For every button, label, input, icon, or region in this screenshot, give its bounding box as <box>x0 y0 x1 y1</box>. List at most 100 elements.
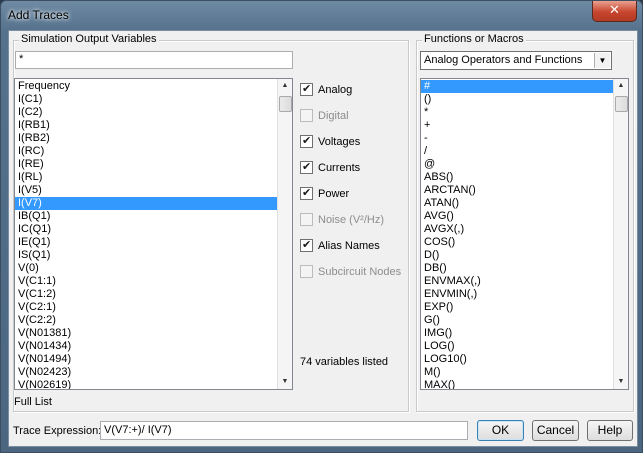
checkbox-label: Noise (V²/Hz) <box>318 214 385 226</box>
full-list-label: Full List <box>14 396 52 408</box>
checkbox-label: Subcircuit Nodes <box>318 266 402 278</box>
list-item[interactable]: * <box>421 106 628 119</box>
list-item[interactable]: AVG() <box>421 210 628 223</box>
checkbox-digital[interactable]: Digital <box>300 108 349 124</box>
list-item[interactable]: EXP() <box>421 301 628 314</box>
list-item[interactable]: I(V7) <box>15 197 292 210</box>
list-item[interactable]: V(N01381) <box>15 327 292 340</box>
scroll-down-arrow-icon[interactable]: ▼ <box>614 375 628 389</box>
simulation-variables-items: Frequency I(C1) I(C2) I(RB1) I(RB2) I(RC) I(RE… <box>15 79 292 389</box>
checkbox-label: Analog <box>318 84 353 96</box>
list-item[interactable]: IMG() <box>421 327 628 340</box>
checkbox-noise-v-hz[interactable]: Noise (V²/Hz) <box>300 212 384 228</box>
list-item[interactable]: D() <box>421 249 628 262</box>
functions-macros-legend: Functions or Macros <box>422 33 526 45</box>
list-item[interactable]: I(RC) <box>15 145 292 158</box>
checkbox-label: Digital <box>318 110 349 122</box>
ok-button[interactable]: OK <box>477 420 524 441</box>
checkmark-icon[interactable] <box>300 81 313 97</box>
list-item[interactable]: - <box>421 132 628 145</box>
list-item[interactable]: G() <box>421 314 628 327</box>
list-item[interactable]: I(RB2) <box>15 132 292 145</box>
checkbox-voltages[interactable]: Voltages <box>300 133 361 150</box>
functions-list-scrollbar[interactable]: ▲ ▼ <box>613 79 628 389</box>
checkmark-icon[interactable] <box>300 185 313 201</box>
list-item[interactable]: M() <box>421 366 628 379</box>
list-item[interactable]: AVGX(,) <box>421 223 628 236</box>
simulation-list-scrollbar[interactable]: ▲ ▼ <box>277 79 292 389</box>
variables-count: 74 variables listed <box>300 356 389 368</box>
list-item[interactable]: IE(Q1) <box>15 236 292 249</box>
list-item[interactable]: ARCTAN() <box>421 184 628 197</box>
list-item[interactable]: I(C2) <box>15 106 292 119</box>
list-item[interactable]: IS(Q1) <box>15 249 292 262</box>
add-traces-dialog: Add Traces ✕ Simulation Output Variables… <box>0 0 643 453</box>
filter-input[interactable]: * <box>15 51 293 69</box>
checkbox-label: Voltages <box>318 136 361 148</box>
checkmark-icon[interactable] <box>300 133 313 149</box>
functions-list[interactable]: #() * + - / @ ABS() ARCTAN() ATAN() AVG() AVGX(,) C… <box>420 78 629 390</box>
list-item[interactable]: V(N02423) <box>15 366 292 379</box>
list-item[interactable]: IC(Q1) <box>15 223 292 236</box>
help-button[interactable]: Help <box>587 420 633 441</box>
empty-checkbox-icon <box>300 264 313 278</box>
list-item[interactable]: I(V5) <box>15 184 292 197</box>
close-button[interactable]: ✕ <box>592 1 637 22</box>
trace-expression-label: Trace Expression: <box>13 425 102 437</box>
list-item[interactable]: V(0) <box>15 262 292 275</box>
checkbox-currents[interactable]: Currents <box>300 159 361 176</box>
list-item[interactable]: ENVMAX(,) <box>421 275 628 288</box>
list-item[interactable]: V(C1:1) <box>15 275 292 288</box>
list-item[interactable]: IB(Q1) <box>15 210 292 223</box>
empty-checkbox-icon <box>300 212 313 226</box>
list-item[interactable]: LOG() <box>421 340 628 353</box>
checkmark-icon[interactable] <box>300 159 313 175</box>
list-item[interactable]: V(N01494) <box>15 353 292 366</box>
scroll-thumb[interactable] <box>615 96 628 112</box>
chevron-down-icon[interactable]: ▼ <box>594 53 610 68</box>
list-item[interactable]: I(RB1) <box>15 119 292 132</box>
simulation-variables-list[interactable]: Frequency I(C1) I(C2) I(RB1) I(RB2) I(RC) I(RE… <box>14 78 293 390</box>
list-item[interactable]: + <box>421 119 628 132</box>
list-item[interactable]: I(C1) <box>15 93 292 106</box>
list-item[interactable]: V(C1:2) <box>15 288 292 301</box>
scroll-thumb[interactable] <box>279 96 292 112</box>
list-item[interactable]: I(RE) <box>15 158 292 171</box>
list-item[interactable]: ATAN() <box>421 197 628 210</box>
list-item[interactable]: V(N02619) <box>15 379 292 389</box>
list-item[interactable]: V(N01434) <box>15 340 292 353</box>
empty-checkbox-icon <box>300 108 313 122</box>
list-item[interactable]: V(C2:1) <box>15 301 292 314</box>
list-item[interactable]: / <box>421 145 628 158</box>
trace-expression-input[interactable]: V(V7:+)/ I(V7) <box>100 421 468 440</box>
checkbox-label: Alias Names <box>318 240 380 252</box>
list-item[interactable]: COS() <box>421 236 628 249</box>
list-item[interactable]: ENVMIN(,) <box>421 288 628 301</box>
checkbox-label: Power <box>318 188 350 200</box>
list-item[interactable]: I(RL) <box>15 171 292 184</box>
list-item[interactable]: Frequency <box>15 80 292 93</box>
checkbox-subcircuit-nodes[interactable]: Subcircuit Nodes <box>300 264 401 280</box>
cancel-button[interactable]: Cancel <box>532 420 579 441</box>
checkbox-alias-names[interactable]: Alias Names <box>300 237 380 254</box>
list-item[interactable]: LOG10() <box>421 353 628 366</box>
scroll-down-arrow-icon[interactable]: ▼ <box>278 375 292 389</box>
scroll-up-arrow-icon[interactable]: ▲ <box>614 79 628 93</box>
list-item[interactable]: @ <box>421 158 628 171</box>
list-item[interactable]: # <box>421 80 628 93</box>
checkbox-analog[interactable]: Analog <box>300 81 353 98</box>
list-item[interactable]: DB() <box>421 262 628 275</box>
list-item[interactable]: ABS() <box>421 171 628 184</box>
checkbox-label: Currents <box>318 162 361 174</box>
checkbox-power[interactable]: Power <box>300 185 350 202</box>
list-item[interactable]: MAX() <box>421 379 628 389</box>
functions-category-dropdown[interactable]: Analog Operators and Functions ▼ <box>420 51 612 70</box>
functions-items: #() * + - / @ ABS() ARCTAN() ATAN() AVG() AVGX(,) C… <box>421 79 628 389</box>
title-bar[interactable]: Add Traces ✕ <box>1 1 642 31</box>
list-item[interactable]: () <box>421 93 628 106</box>
list-item[interactable]: V(C2:2) <box>15 314 292 327</box>
scroll-up-arrow-icon[interactable]: ▲ <box>278 79 292 93</box>
simulation-output-legend: Simulation Output Variables <box>19 33 159 45</box>
checkmark-icon[interactable] <box>300 237 313 253</box>
window-title: Add Traces <box>8 8 69 22</box>
